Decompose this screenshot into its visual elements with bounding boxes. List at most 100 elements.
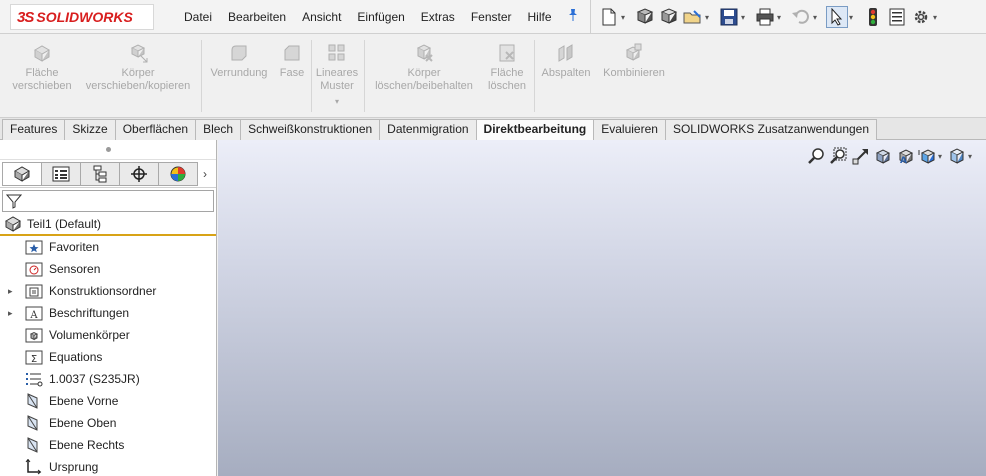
- feature-tree-filter[interactable]: [2, 190, 214, 212]
- menu-fenster[interactable]: Fenster: [463, 10, 520, 24]
- configuration-manager-tab[interactable]: [80, 162, 120, 186]
- tree-item-sensoren[interactable]: Sensoren: [0, 258, 216, 280]
- tab-skizze[interactable]: Skizze: [64, 119, 116, 140]
- command-manager-tabs: Features Skizze Oberflächen Blech Schwei…: [0, 118, 986, 141]
- part-icon: [4, 216, 22, 232]
- tree-item-volumenkoerper[interactable]: Volumenkörper: [0, 324, 216, 346]
- graphics-area[interactable]: A ▾ ▾: [218, 140, 986, 476]
- tab-features[interactable]: Features: [2, 119, 66, 140]
- print-dropdown-icon[interactable]: ▾: [777, 13, 785, 22]
- tree-item-label: 1.0037 (S235JR): [49, 372, 140, 386]
- linear-pattern-button[interactable]: Lineares Muster ▾: [313, 42, 361, 108]
- view-orientation-icon[interactable]: [917, 146, 937, 166]
- delete-keep-body-button[interactable]: Körper löschen/beibehalten: [368, 42, 480, 93]
- menu-datei[interactable]: Datei: [176, 10, 220, 24]
- feature-tree-root[interactable]: Teil1 (Default): [0, 214, 216, 236]
- property-manager-icon: [52, 166, 70, 182]
- save-dropdown-icon[interactable]: ▾: [741, 13, 749, 22]
- undo-dropdown-icon[interactable]: ▾: [813, 13, 821, 22]
- move-copy-body-button[interactable]: Körper verschieben/kopieren: [78, 42, 198, 93]
- tree-item-beschriftungen[interactable]: ▸ A Beschriftungen: [0, 302, 216, 324]
- tree-item-ebene-rechts[interactable]: Ebene Rechts: [0, 434, 216, 456]
- svg-text:A: A: [900, 156, 907, 165]
- tree-item-equations[interactable]: Σ Equations: [0, 346, 216, 368]
- zoom-to-fit-icon[interactable]: [807, 146, 827, 166]
- tab-direktbearbeitung[interactable]: Direktbearbeitung: [475, 119, 595, 141]
- select-icon[interactable]: [826, 6, 848, 28]
- filter-icon: [6, 194, 22, 209]
- display-style-dropdown-icon[interactable]: ▾: [968, 152, 972, 161]
- expand-icon[interactable]: ▸: [8, 286, 16, 297]
- pin-icon[interactable]: [565, 8, 581, 24]
- expand-icon[interactable]: ▸: [8, 308, 16, 319]
- equations-icon: Σ: [25, 350, 43, 365]
- tree-item-ursprung[interactable]: Ursprung: [0, 456, 216, 476]
- display-manager-tab[interactable]: [158, 162, 198, 186]
- ribbon-separator: [201, 40, 202, 112]
- section-view-icon[interactable]: [873, 146, 893, 166]
- delete-face-button[interactable]: Fläche löschen: [484, 42, 530, 93]
- dimxpert-manager-tab[interactable]: [119, 162, 159, 186]
- undo-icon[interactable]: [790, 6, 812, 28]
- tree-item-favoriten[interactable]: Favoriten: [0, 236, 216, 258]
- zoom-to-area-icon[interactable]: [829, 146, 849, 166]
- quick-access-toolbar: ▾ ▾ ▾ ▾ ▾ ▾ ▾: [590, 0, 945, 34]
- view-orientation-dropdown-icon[interactable]: ▾: [938, 152, 942, 161]
- configuration-manager-icon: [93, 165, 107, 183]
- tree-item-ebene-vorne[interactable]: Ebene Vorne: [0, 390, 216, 412]
- options-dropdown-icon[interactable]: ▾: [933, 13, 941, 22]
- file-properties-icon[interactable]: [886, 6, 908, 28]
- chamfer-icon: [284, 45, 300, 61]
- new-document-icon[interactable]: [598, 6, 620, 28]
- tree-item-material[interactable]: 1.0037 (S235JR): [0, 368, 216, 390]
- menu-einfuegen[interactable]: Einfügen: [349, 10, 412, 24]
- menu-hilfe[interactable]: Hilfe: [520, 10, 560, 24]
- svg-text:Σ: Σ: [31, 354, 37, 365]
- tree-item-konstruktionsordner[interactable]: ▸ Konstruktionsordner: [0, 280, 216, 302]
- chevron-right-icon[interactable]: ›: [197, 162, 213, 186]
- plane-icon: [27, 393, 38, 409]
- linear-pattern-dropdown-icon[interactable]: ▾: [313, 95, 361, 108]
- panel-tab-strip: ›: [0, 160, 216, 188]
- move-face-icon: [33, 45, 51, 62]
- solidworks-logo[interactable]: 3S SOLIDWORKS: [10, 4, 154, 30]
- open-dropdown-icon[interactable]: ▾: [705, 13, 713, 22]
- rebuild-icon[interactable]: [862, 6, 884, 28]
- menu-bearbeiten[interactable]: Bearbeiten: [220, 10, 294, 24]
- tab-blech[interactable]: Blech: [195, 119, 242, 140]
- command-manager: Fläche verschieben Körper verschieben/ko…: [0, 34, 986, 118]
- move-face-label-2: verschieben: [12, 80, 72, 92]
- feature-manager-tab[interactable]: [2, 162, 42, 186]
- delete-face-label-2: löschen: [488, 80, 526, 92]
- menu-ansicht[interactable]: Ansicht: [294, 10, 349, 24]
- fillet-button[interactable]: Verrundung: [205, 42, 273, 80]
- options-icon[interactable]: [910, 6, 932, 28]
- split-button[interactable]: Abspalten: [538, 42, 594, 80]
- open-file-icon[interactable]: [658, 6, 680, 28]
- tab-datenmigration[interactable]: Datenmigration: [379, 119, 477, 140]
- move-face-button[interactable]: Fläche verschieben: [8, 42, 76, 93]
- open-folder-icon[interactable]: [682, 6, 704, 28]
- dynamic-annotation-view-icon[interactable]: A: [895, 146, 915, 166]
- save-icon[interactable]: [718, 6, 740, 28]
- logo-name: SOLIDWORKS: [36, 9, 133, 25]
- property-manager-tab[interactable]: [41, 162, 81, 186]
- new-dropdown-icon[interactable]: ▾: [621, 13, 629, 22]
- tab-solidworks-zusatzanwendungen[interactable]: SOLIDWORKS Zusatzanwendungen: [664, 119, 878, 140]
- tree-item-ebene-oben[interactable]: Ebene Oben: [0, 412, 216, 434]
- panel-collapse-handle[interactable]: [0, 140, 216, 160]
- combine-icon: [625, 43, 642, 61]
- previous-view-icon[interactable]: [851, 146, 871, 166]
- tree-item-label: Beschriftungen: [49, 306, 130, 320]
- tab-schweisskonstruktionen[interactable]: Schweißkonstruktionen: [240, 119, 381, 140]
- combine-button[interactable]: Kombinieren: [598, 42, 670, 80]
- select-dropdown-icon[interactable]: ▾: [849, 13, 857, 22]
- delete-keep-body-icon: [416, 44, 433, 62]
- open-options-icon[interactable]: [634, 6, 656, 28]
- print-icon[interactable]: [754, 6, 776, 28]
- tab-evaluieren[interactable]: Evaluieren: [593, 119, 666, 140]
- menu-extras[interactable]: Extras: [413, 10, 463, 24]
- tab-oberflaechen[interactable]: Oberflächen: [114, 119, 197, 140]
- chamfer-button[interactable]: Fase: [276, 42, 308, 80]
- display-style-icon[interactable]: [947, 146, 967, 166]
